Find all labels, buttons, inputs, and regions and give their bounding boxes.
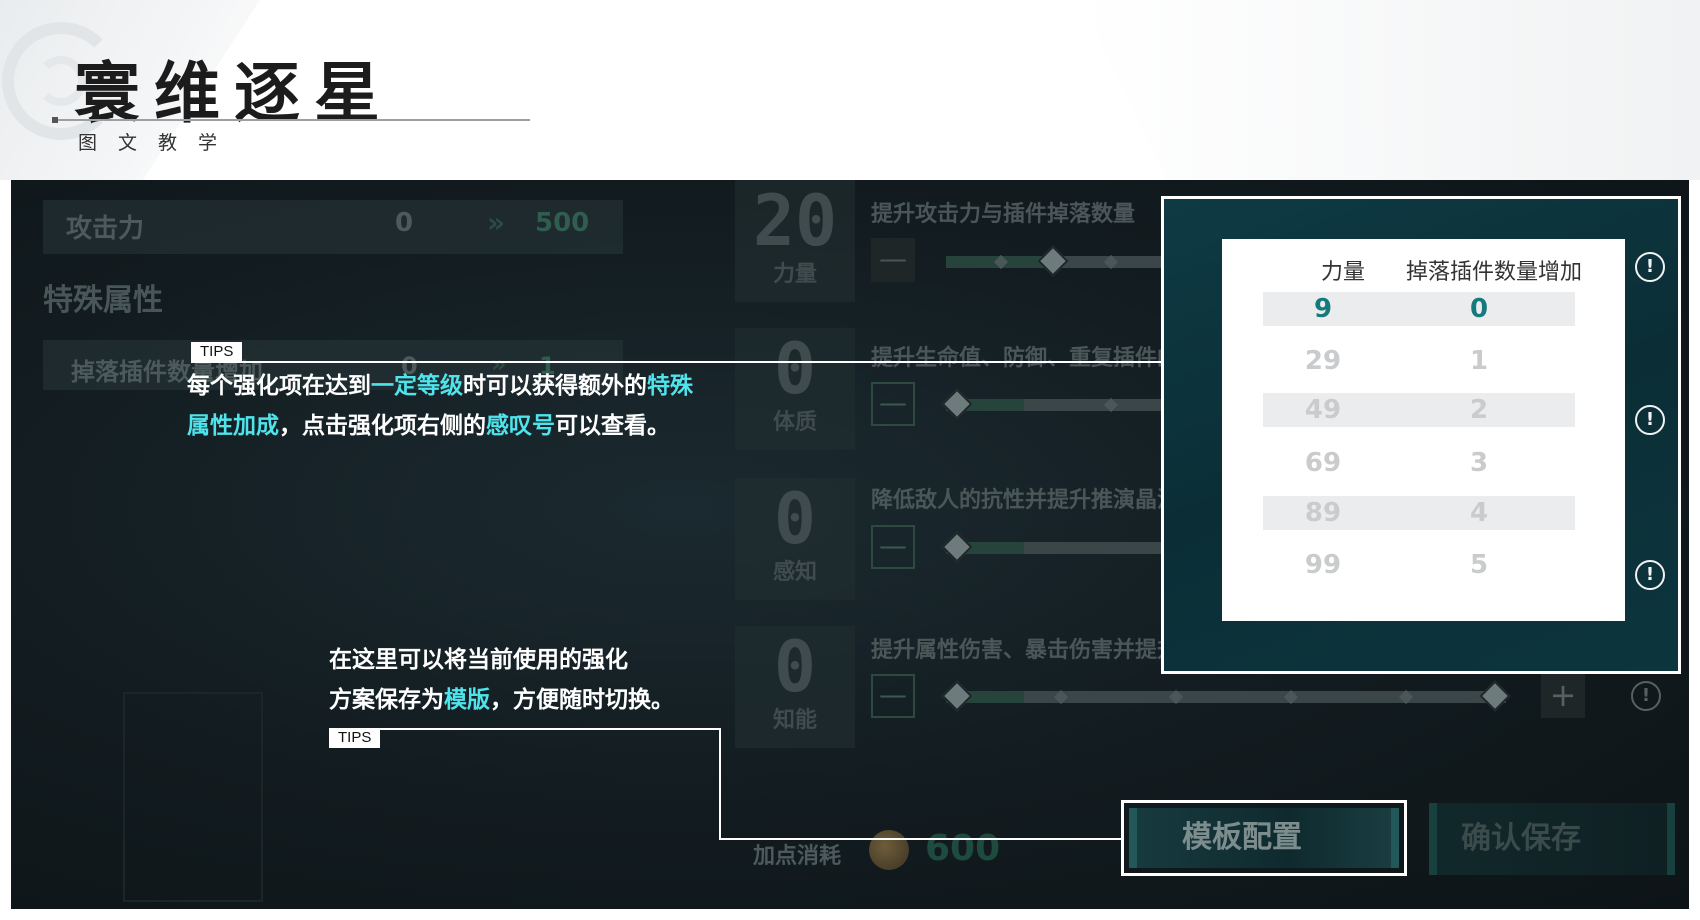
table-cell: 89 xyxy=(1304,498,1342,528)
page-title: 寰维逐星 xyxy=(74,55,394,132)
decrease-button[interactable]: — xyxy=(871,525,915,569)
decrease-button[interactable]: — xyxy=(871,382,915,426)
tip-text: 可以查看。 xyxy=(555,413,670,439)
tip-text: ，方便随时切换。 xyxy=(490,687,674,713)
table-cell: 3 xyxy=(1469,448,1489,478)
table-row: 69 3 xyxy=(1263,446,1575,480)
decrease-button[interactable]: — xyxy=(871,238,915,282)
attribute-box-perception[interactable]: 0 感知 xyxy=(735,478,855,600)
attribute-value: 0 xyxy=(773,478,817,560)
decrease-button[interactable]: — xyxy=(871,674,915,718)
table-cell: 5 xyxy=(1469,550,1489,580)
title-divider xyxy=(54,119,530,121)
title-divider-dot xyxy=(52,117,58,123)
table-row: 9 0 xyxy=(1263,292,1575,326)
tip-highlight: 特殊 xyxy=(647,373,693,399)
info-icon[interactable]: ! xyxy=(1635,252,1665,282)
table-cell: 9 xyxy=(1313,294,1333,324)
tip-text: 在这里可以将当前使用的强化 xyxy=(329,647,628,673)
cost-value: 600 xyxy=(925,828,1001,869)
callout-line xyxy=(719,728,721,840)
slider-knob[interactable] xyxy=(941,680,973,712)
attribute-description: 降低敌人的抗性并提升推演晶流的 xyxy=(871,488,1202,513)
tip-text: ，点击强化项右侧的 xyxy=(279,413,486,439)
slider-tick xyxy=(1103,397,1119,413)
table-cell: 0 xyxy=(1469,294,1489,324)
cost-label: 加点消耗 xyxy=(753,844,842,869)
game-screenshot: 攻击力 0 » 500 特殊属性 掉落插件数量增加 0 » 1 20 力量 提升… xyxy=(11,180,1689,909)
slider-tick xyxy=(1053,689,1069,705)
confirm-save-button[interactable]: 确认保存 xyxy=(1429,803,1675,875)
attribute-value: 20 xyxy=(752,180,838,262)
increase-button[interactable]: + xyxy=(1541,674,1585,718)
slider-tick xyxy=(1283,689,1299,705)
tip-text: 方案保存为 xyxy=(329,687,444,713)
page-subtitle: 图文教学 xyxy=(78,132,239,154)
table-cell: 49 xyxy=(1304,395,1342,425)
table-cell: 4 xyxy=(1469,498,1489,528)
info-icon[interactable]: ! xyxy=(1635,405,1665,435)
tip-text-2: 在这里可以将当前使用的强化 方案保存为模版，方便随时切换。 xyxy=(329,640,729,720)
slider-tick xyxy=(1168,689,1184,705)
attribute-description: 提升攻击力与插件掉落数量 xyxy=(871,202,1136,227)
template-config-label: 模板配置 xyxy=(1129,808,1399,868)
slider-knob[interactable] xyxy=(1037,245,1069,277)
slider-knob[interactable] xyxy=(941,531,973,563)
tip-highlight: 一定等级 xyxy=(371,373,463,399)
attack-arrow-icon: » xyxy=(487,206,506,239)
tip-text: 每个强化项在达到 xyxy=(187,373,371,399)
slider-knob[interactable] xyxy=(941,388,973,420)
tips-tag: TIPS xyxy=(191,342,243,362)
template-config-button[interactable]: 模板配置 xyxy=(1121,800,1407,876)
table-cell: 69 xyxy=(1304,448,1342,478)
attribute-name: 知能 xyxy=(772,708,817,733)
attack-current-value: 0 xyxy=(395,208,414,238)
attack-next-value: 500 xyxy=(535,208,590,238)
attribute-name: 感知 xyxy=(772,560,817,585)
popup-column-header-strength: 力量 xyxy=(1321,260,1366,285)
ghost-panel xyxy=(123,692,263,902)
table-cell: 99 xyxy=(1304,550,1342,580)
table-cell: 2 xyxy=(1469,395,1489,425)
attribute-box-strength[interactable]: 20 力量 xyxy=(735,180,855,302)
header-bg-right xyxy=(1080,0,1700,180)
tip-highlight: 属性加成 xyxy=(187,413,279,439)
table-cell: 29 xyxy=(1304,346,1342,376)
attribute-value: 0 xyxy=(773,626,817,708)
slider-end-knob xyxy=(1479,680,1511,712)
info-icon[interactable]: ! xyxy=(1635,560,1665,590)
table-row: 49 2 xyxy=(1263,393,1575,427)
table-row: 29 1 xyxy=(1263,344,1575,378)
attribute-name: 力量 xyxy=(772,262,817,287)
tip-text-1: 每个强化项在达到一定等级时可以获得额外的特殊属性加成，点击强化项右侧的感叹号可以… xyxy=(187,366,767,446)
tip-highlight: 模版 xyxy=(444,687,490,713)
table-row: 89 4 xyxy=(1263,496,1575,530)
slider-tick xyxy=(1103,254,1119,270)
tips-tag: TIPS xyxy=(329,728,381,748)
special-attributes-heading: 特殊属性 xyxy=(43,283,163,318)
slider-tick xyxy=(1398,689,1414,705)
coin-icon xyxy=(869,830,909,870)
attack-label: 攻击力 xyxy=(66,214,145,244)
attribute-box-intellect[interactable]: 0 知能 xyxy=(735,626,855,748)
tip-text: 时可以获得额外的 xyxy=(463,373,647,399)
callout-line xyxy=(329,728,721,730)
tip-highlight: 感叹号 xyxy=(486,413,555,439)
info-icon[interactable]: ! xyxy=(1631,681,1661,711)
attribute-slider[interactable] xyxy=(941,680,1511,712)
popup-column-header-drop: 掉落插件数量增加 xyxy=(1406,260,1583,285)
table-cell: 1 xyxy=(1469,346,1489,376)
table-row: 99 5 xyxy=(1263,548,1575,582)
callout-line xyxy=(191,361,1161,363)
callout-line xyxy=(719,838,1121,840)
